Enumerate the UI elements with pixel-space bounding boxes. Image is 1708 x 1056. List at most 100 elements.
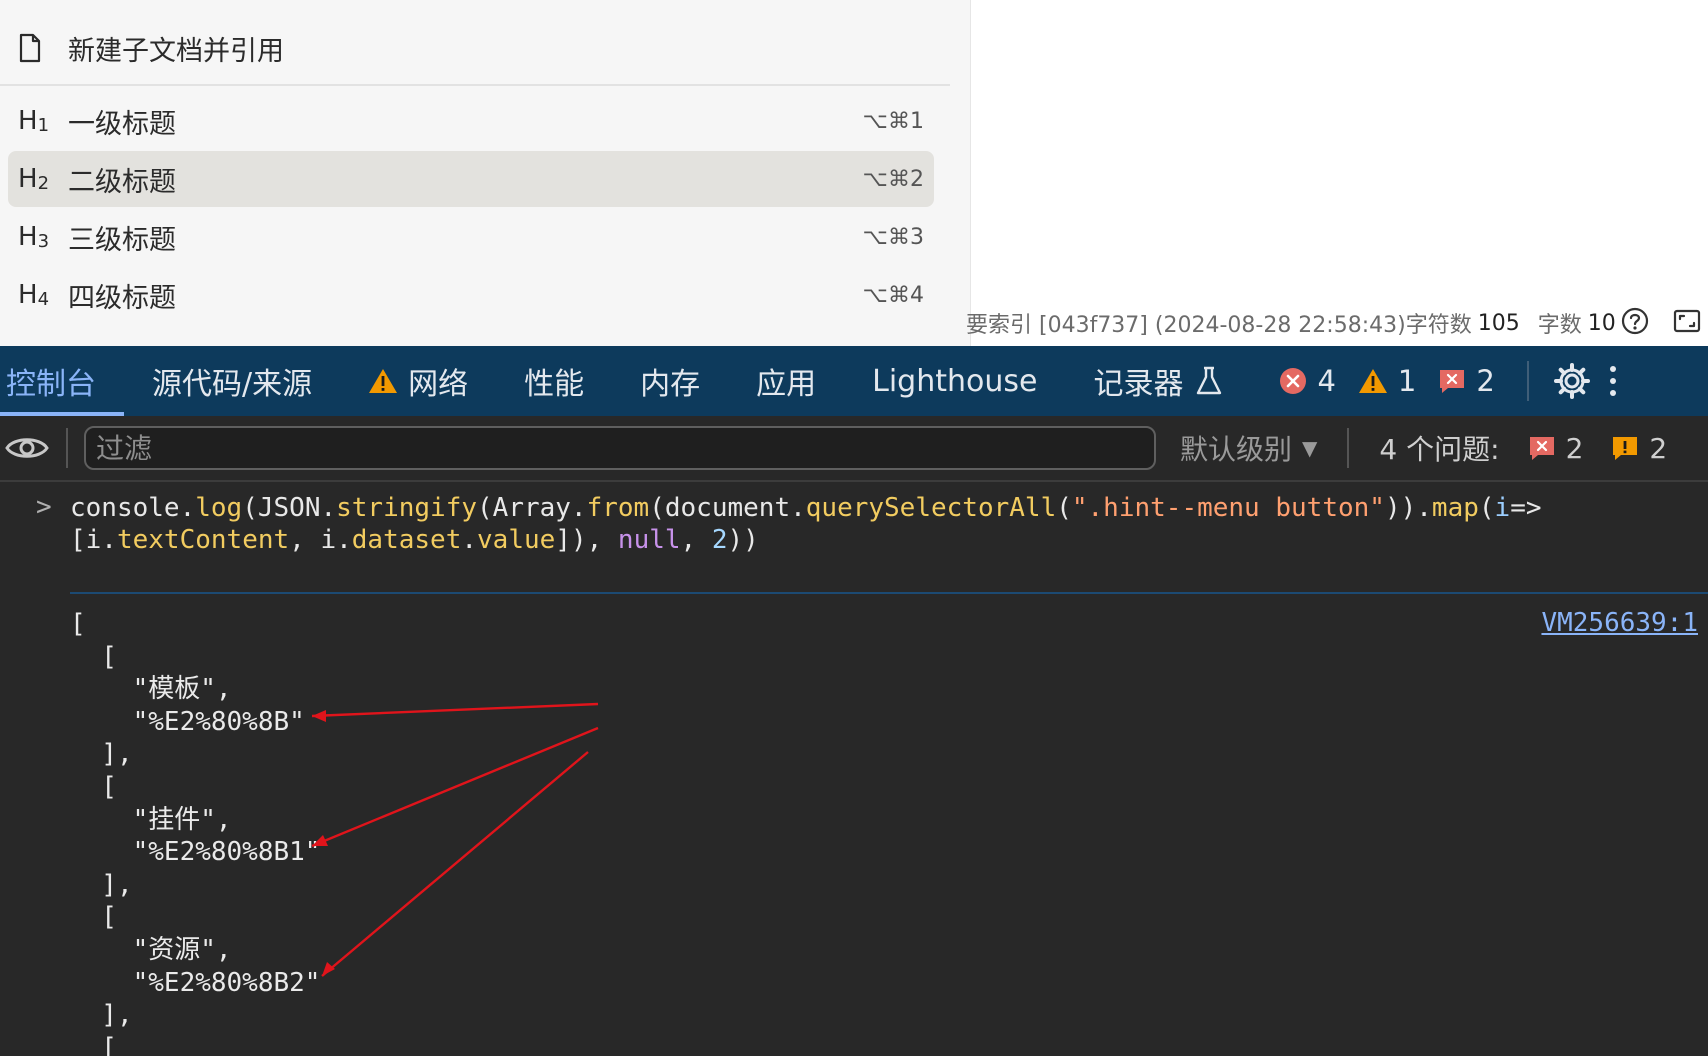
code-token: ( xyxy=(1478,493,1495,523)
console-command-line: console.log(JSON.stringify(Array.from(do… xyxy=(70,492,1542,524)
shortcut-hint: ⌥⌘3 xyxy=(862,224,924,250)
chevron-down-icon: ▼ xyxy=(1302,436,1318,460)
menu-item-label: 三级标题 xyxy=(68,224,176,256)
menu-item-label: 新建子文档并引用 xyxy=(68,35,284,67)
annotation-arrow xyxy=(321,751,589,977)
gear-icon[interactable] xyxy=(1553,362,1591,400)
more-options-icon[interactable] xyxy=(1607,362,1619,400)
code-token: (document. xyxy=(649,493,806,523)
code-token: (Array. xyxy=(477,493,587,523)
warning-icon xyxy=(368,367,398,395)
annotation-arrowhead xyxy=(312,710,326,722)
tab-network[interactable]: 网络 xyxy=(340,346,496,416)
code-token: , i. xyxy=(289,525,352,555)
chevron-right-icon: > xyxy=(36,492,52,522)
heading-2-icon: H2 xyxy=(18,164,50,194)
code-token: log xyxy=(195,493,243,523)
tab-performance[interactable]: 性能 xyxy=(496,346,612,416)
log-level-select[interactable]: 默认级别 ▼ xyxy=(1180,428,1317,468)
code-token: ".hint--menu button" xyxy=(1071,493,1385,523)
console-status-counts[interactable]: 4 1 2 xyxy=(1279,364,1516,398)
status-text: 要索引 [043f737] (2024-08-28 22:58:43) xyxy=(966,313,1406,338)
code-token: )) xyxy=(727,525,759,555)
warning-icon xyxy=(1358,369,1387,393)
error-count[interactable]: 4 xyxy=(1279,364,1336,398)
console-output-line: "挂件", xyxy=(70,804,232,835)
issues-count[interactable]: 2 xyxy=(1438,364,1495,398)
help-icon[interactable] xyxy=(1620,306,1650,336)
menu-item-cutoff-bottom[interactable] xyxy=(8,325,934,346)
tab-console[interactable]: 控制台 xyxy=(0,346,124,416)
shortcut-hint: ⌥⌘4 xyxy=(862,282,924,308)
shortcut-hint: ⌥⌘1 xyxy=(862,108,924,134)
console-output-line: [ xyxy=(70,902,117,933)
issues-warning-badge[interactable]: 2 xyxy=(1611,432,1667,465)
menu-item-heading-2[interactable]: H2 二级标题 ⌥⌘2 xyxy=(8,151,934,207)
fullscreen-icon[interactable] xyxy=(1672,306,1702,336)
code-token: )). xyxy=(1384,493,1432,523)
console-output-line: "%E2%80%8B" xyxy=(70,706,305,737)
code-token: i xyxy=(1494,493,1511,523)
code-token: dataset xyxy=(351,525,462,555)
console-output-line: [ xyxy=(70,641,117,672)
editor-area: 新建子文档并引用 H1 一级标题 ⌥⌘1 H2 二级标题 ⌥⌘2 H3 三级标题… xyxy=(0,0,1708,346)
issue-flag-icon xyxy=(1440,370,1465,393)
code-token: console. xyxy=(70,493,196,523)
annotation-arrow xyxy=(311,702,599,718)
console-output-line: "模板", xyxy=(70,674,232,705)
code-token: querySelectorAll xyxy=(805,493,1057,523)
issues-summary[interactable]: 4 个问题: 2 2 xyxy=(1379,428,1667,468)
console-command-line: [i.textContent, i.dataset.value]), null,… xyxy=(70,524,759,556)
filter-separator xyxy=(1347,428,1350,468)
console-output-line: "资源", xyxy=(70,935,232,965)
code-token: . xyxy=(461,525,478,555)
editor-status-bar: 要索引 [043f737] (2024-08-28 22:58:43) 字符数 … xyxy=(966,306,1616,340)
tab-recorder[interactable]: 记录器 xyxy=(1065,346,1251,416)
code-token: value xyxy=(477,525,556,555)
char-count-label: 字符数 xyxy=(1405,313,1472,338)
code-token: [i. xyxy=(70,525,117,555)
heading-1-icon: H1 xyxy=(18,106,50,136)
console-filter-bar: 默认级别 ▼ 4 个问题: 2 2 xyxy=(0,416,1708,482)
heading-4-icon: H4 xyxy=(18,280,50,310)
code-token: from xyxy=(586,493,650,523)
word-count-label: 字数 xyxy=(1537,313,1582,338)
menu-item-heading-1[interactable]: H1 一级标题 ⌥⌘1 xyxy=(8,93,934,149)
tabbar-separator xyxy=(1526,361,1529,401)
console-output-line: ], xyxy=(70,1000,133,1031)
console-output-line: "%E2%80%8B2" xyxy=(70,967,321,998)
result-separator xyxy=(70,592,1708,594)
menu-item-new-subdoc[interactable]: 新建子文档并引用 xyxy=(8,20,934,76)
flask-icon xyxy=(1195,366,1223,396)
tab-lighthouse[interactable]: Lighthouse xyxy=(844,346,1065,416)
issue-warning-icon xyxy=(1613,437,1638,460)
issues-error-badge[interactable]: 2 xyxy=(1528,432,1583,465)
code-token: ]), xyxy=(555,525,618,555)
code-token: , xyxy=(680,525,712,555)
filter-input[interactable] xyxy=(84,426,1156,470)
filter-separator xyxy=(66,428,68,468)
code-token: null xyxy=(617,525,681,555)
eye-icon[interactable] xyxy=(4,431,50,465)
menu-divider xyxy=(0,84,950,86)
warning-count[interactable]: 1 xyxy=(1358,364,1416,398)
shortcut-hint: ⌥⌘2 xyxy=(862,166,924,192)
tab-application[interactable]: 应用 xyxy=(728,346,844,416)
console-output-line: [ xyxy=(70,609,86,639)
menu-item-heading-4[interactable]: H4 四级标题 ⌥⌘4 xyxy=(8,267,934,323)
menu-item-label: 二级标题 xyxy=(68,166,176,198)
error-icon xyxy=(1280,368,1307,394)
menu-item-label: 一级标题 xyxy=(68,108,176,140)
tab-memory[interactable]: 内存 xyxy=(612,346,728,416)
code-token: stringify xyxy=(336,493,478,523)
tab-sources[interactable]: 源代码/来源 xyxy=(124,346,340,416)
console-output-line: ], xyxy=(70,739,133,770)
code-token: (JSON. xyxy=(242,493,337,523)
menu-item-heading-3[interactable]: H3 三级标题 ⌥⌘3 xyxy=(8,209,934,265)
source-location-link[interactable]: VM256639:1 xyxy=(1541,608,1698,638)
annotation-arrow xyxy=(311,726,599,848)
devtools-tabbar: 控制台 源代码/来源 网络 性能 内存 应用 Lighthouse 记录器 4 … xyxy=(0,346,1708,416)
console-output-line: [ xyxy=(70,772,117,802)
issue-flag-icon xyxy=(1529,437,1554,460)
document-icon xyxy=(8,33,62,63)
